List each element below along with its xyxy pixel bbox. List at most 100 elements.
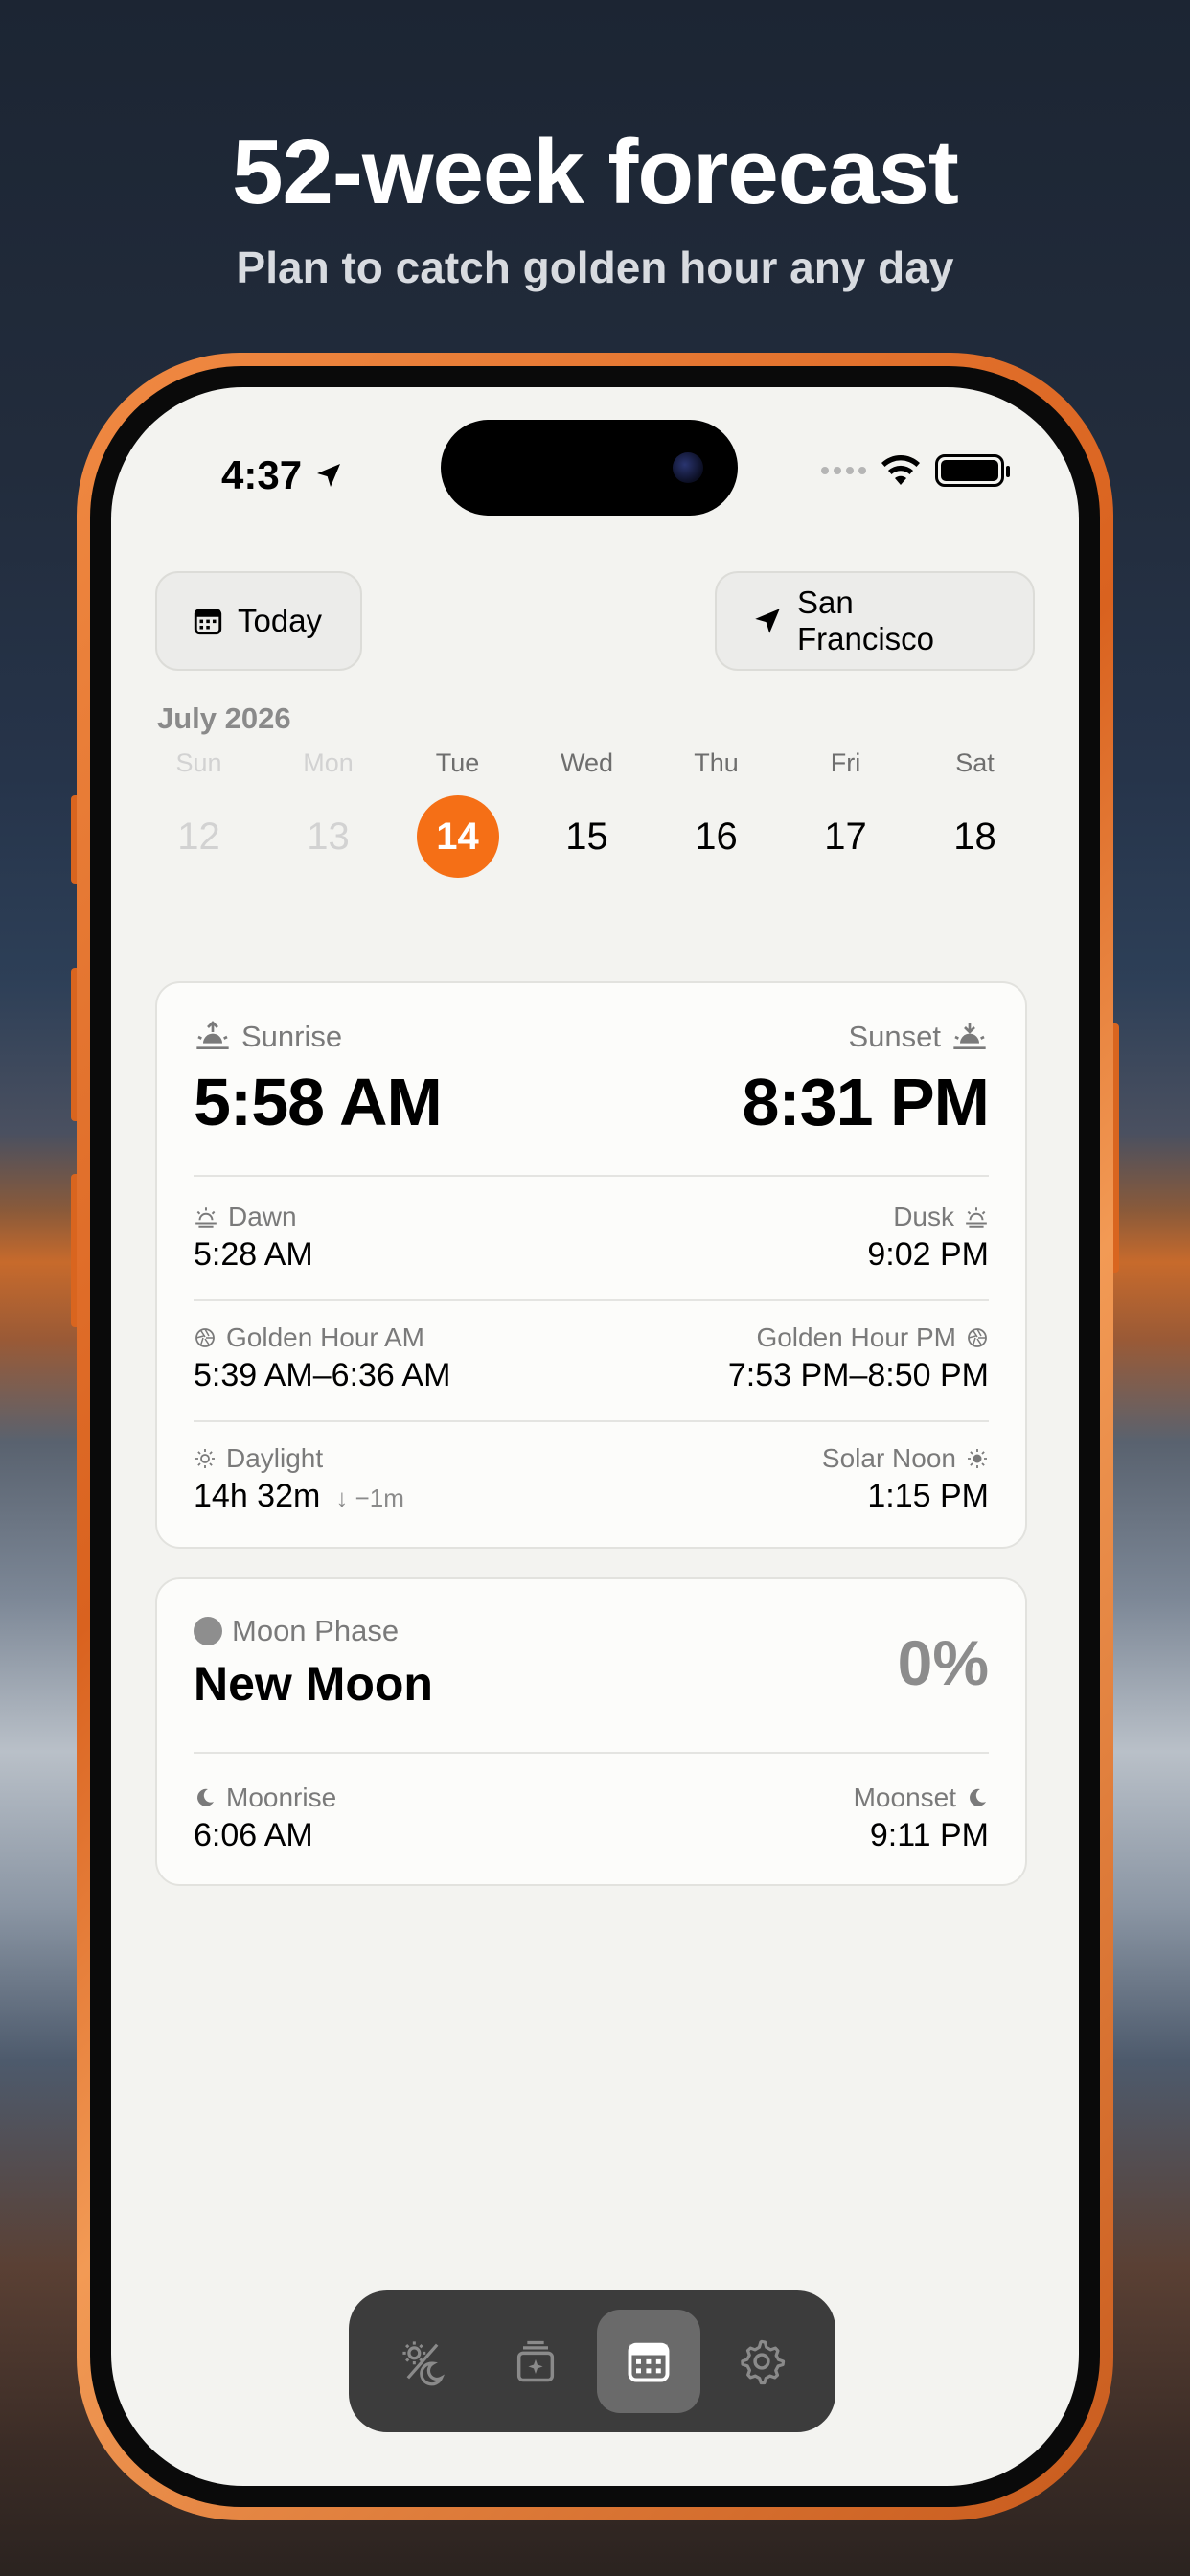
tab-bar (349, 2290, 835, 2432)
sunrise-label-row: Sunrise (194, 1020, 442, 1054)
day-name: Sun (175, 748, 222, 777)
golden-am-time: 5:39 AM–6:36 AM (194, 1357, 451, 1393)
daylight-delta: ↓ −1m (335, 1484, 404, 1512)
moonrise-cell: Moonrise 6:06 AM (194, 1782, 336, 1854)
dawn-time: 5:28 AM (194, 1236, 313, 1273)
sunset-icon (950, 1021, 989, 1053)
golden-am-label: Golden Hour AM (226, 1322, 424, 1352)
moon-phase-row: Moon Phase New Moon 0% (194, 1614, 989, 1712)
sunrise-cell: Sunrise 5:58 AM (194, 1020, 443, 1140)
divider (194, 1752, 989, 1754)
day-number: 14 (416, 795, 499, 878)
daylight-row: Daylight 14h 32m ↓ −1m Solar Noon 1:15 P… (194, 1443, 989, 1515)
day-name: Tue (435, 748, 480, 777)
day-name: Mon (303, 748, 354, 777)
location-arrow-icon (313, 460, 344, 491)
today-button-label: Today (238, 603, 323, 638)
day-cell[interactable]: Wed 15 (522, 744, 652, 878)
day-cell[interactable]: Fri 17 (781, 744, 910, 878)
solar-noon-time: 1:15 PM (867, 1478, 989, 1514)
day-cell-selected[interactable]: Tue 14 (393, 744, 522, 878)
moonset-label-row: Moonset (854, 1782, 989, 1813)
sun-outline-icon (194, 1447, 217, 1470)
solar-noon-cell: Solar Noon 1:15 PM (822, 1443, 989, 1515)
dawn-label: Dawn (228, 1202, 297, 1231)
dusk-cell: Dusk 9:02 PM (867, 1202, 989, 1274)
sunset-label: Sunset (848, 1020, 941, 1053)
tab-sun-moon[interactable] (371, 2310, 474, 2413)
phone-screen: 4:37 Today San Francisco July 2026 Sun 1… (111, 387, 1079, 2486)
day-name: Fri (830, 748, 861, 777)
day-name: Thu (694, 748, 739, 777)
day-name: Sat (955, 748, 995, 777)
today-button[interactable]: Today (155, 571, 362, 671)
daylight-value-row: 14h 32m ↓ −1m (194, 1478, 404, 1515)
sun-times-card: Sunrise 5:58 AM Sunset 8:31 PM Dawn 5:28… (155, 981, 1027, 1549)
dynamic-island (441, 420, 738, 516)
sunset-label-row: Sunset (848, 1020, 989, 1054)
gear-icon (737, 2336, 787, 2386)
front-camera (673, 452, 703, 483)
divider (194, 1300, 989, 1301)
moon-phase-name: New Moon (194, 1657, 433, 1711)
calendar-icon (624, 2336, 674, 2386)
tab-calendar[interactable] (597, 2310, 700, 2413)
dusk-label: Dusk (893, 1202, 954, 1231)
dawn-dusk-row: Dawn 5:28 AM Dusk 9:02 PM (194, 1202, 989, 1274)
moonrise-time: 6:06 AM (194, 1817, 313, 1853)
sunrise-icon (194, 1021, 232, 1053)
day-name: Wed (560, 748, 614, 777)
solar-noon-label-row: Solar Noon (822, 1443, 989, 1474)
golden-pm-label-row: Golden Hour PM (756, 1322, 989, 1353)
month-label: July 2026 (157, 702, 291, 735)
wifi-icon (880, 454, 922, 487)
sunrise-time: 5:58 AM (194, 1065, 443, 1139)
golden-am-cell: Golden Hour AM 5:39 AM–6:36 AM (194, 1322, 450, 1394)
phone-bezel: 4:37 Today San Francisco July 2026 Sun 1… (90, 366, 1100, 2507)
day-cell[interactable]: Sun 12 (134, 744, 263, 878)
sun-moon-icon (398, 2336, 447, 2386)
dusk-icon (964, 1206, 989, 1229)
day-number: 18 (953, 816, 996, 858)
day-number: 17 (824, 816, 867, 858)
golden-pm-time: 7:53 PM–8:50 PM (727, 1357, 989, 1393)
battery-icon (935, 454, 1010, 487)
tab-gallery[interactable] (484, 2310, 587, 2413)
tab-settings[interactable] (710, 2310, 813, 2413)
golden-hour-row: Golden Hour AM 5:39 AM–6:36 AM Golden Ho… (194, 1322, 989, 1394)
location-button-label: San Francisco (797, 585, 935, 656)
sunset-time: 8:31 PM (742, 1065, 990, 1139)
crescent-moon-icon (966, 1786, 989, 1809)
moonset-cell: Moonset 9:11 PM (854, 1782, 989, 1854)
day-cell[interactable]: Thu 16 (652, 744, 781, 878)
day-number: 16 (695, 816, 738, 858)
new-moon-icon (194, 1617, 222, 1645)
moonrise-label: Moonrise (226, 1782, 337, 1812)
day-cell[interactable]: Mon 13 (263, 744, 393, 878)
photo-stack-icon (511, 2336, 561, 2386)
location-button[interactable]: San Francisco (715, 571, 1035, 671)
day-cell[interactable]: Sat 18 (910, 744, 1040, 878)
crescent-moon-icon (194, 1786, 217, 1809)
daylight-label: Daylight (226, 1443, 324, 1473)
moonset-time: 9:11 PM (869, 1817, 989, 1853)
phone-frame: 4:37 Today San Francisco July 2026 Sun 1… (77, 353, 1113, 2520)
hero-title: 52-week forecast (232, 121, 959, 223)
week-strip: Sun 12 Mon 13 Tue 14 Wed 15 Thu 16 Fri 1… (134, 744, 1040, 878)
dawn-icon (194, 1206, 218, 1229)
moon-phase-label: Moon Phase (232, 1614, 400, 1647)
moonrise-moonset-row: Moonrise 6:06 AM Moonset 9:11 PM (194, 1782, 989, 1854)
divider (194, 1420, 989, 1422)
dawn-cell: Dawn 5:28 AM (194, 1202, 313, 1274)
moonrise-label-row: Moonrise (194, 1782, 336, 1813)
cellular-signal-icon (821, 467, 866, 474)
location-arrow-icon (751, 605, 784, 637)
moon-phase-cell: Moon Phase New Moon (194, 1614, 433, 1712)
sunrise-sunset-row: Sunrise 5:58 AM Sunset 8:31 PM (194, 1020, 990, 1140)
moonset-label: Moonset (853, 1782, 956, 1812)
divider (194, 1175, 989, 1177)
dusk-label-row: Dusk (893, 1202, 989, 1232)
dawn-label-row: Dawn (194, 1202, 313, 1232)
solar-noon-label: Solar Noon (821, 1443, 956, 1473)
moon-illumination: 0% (897, 1627, 989, 1698)
